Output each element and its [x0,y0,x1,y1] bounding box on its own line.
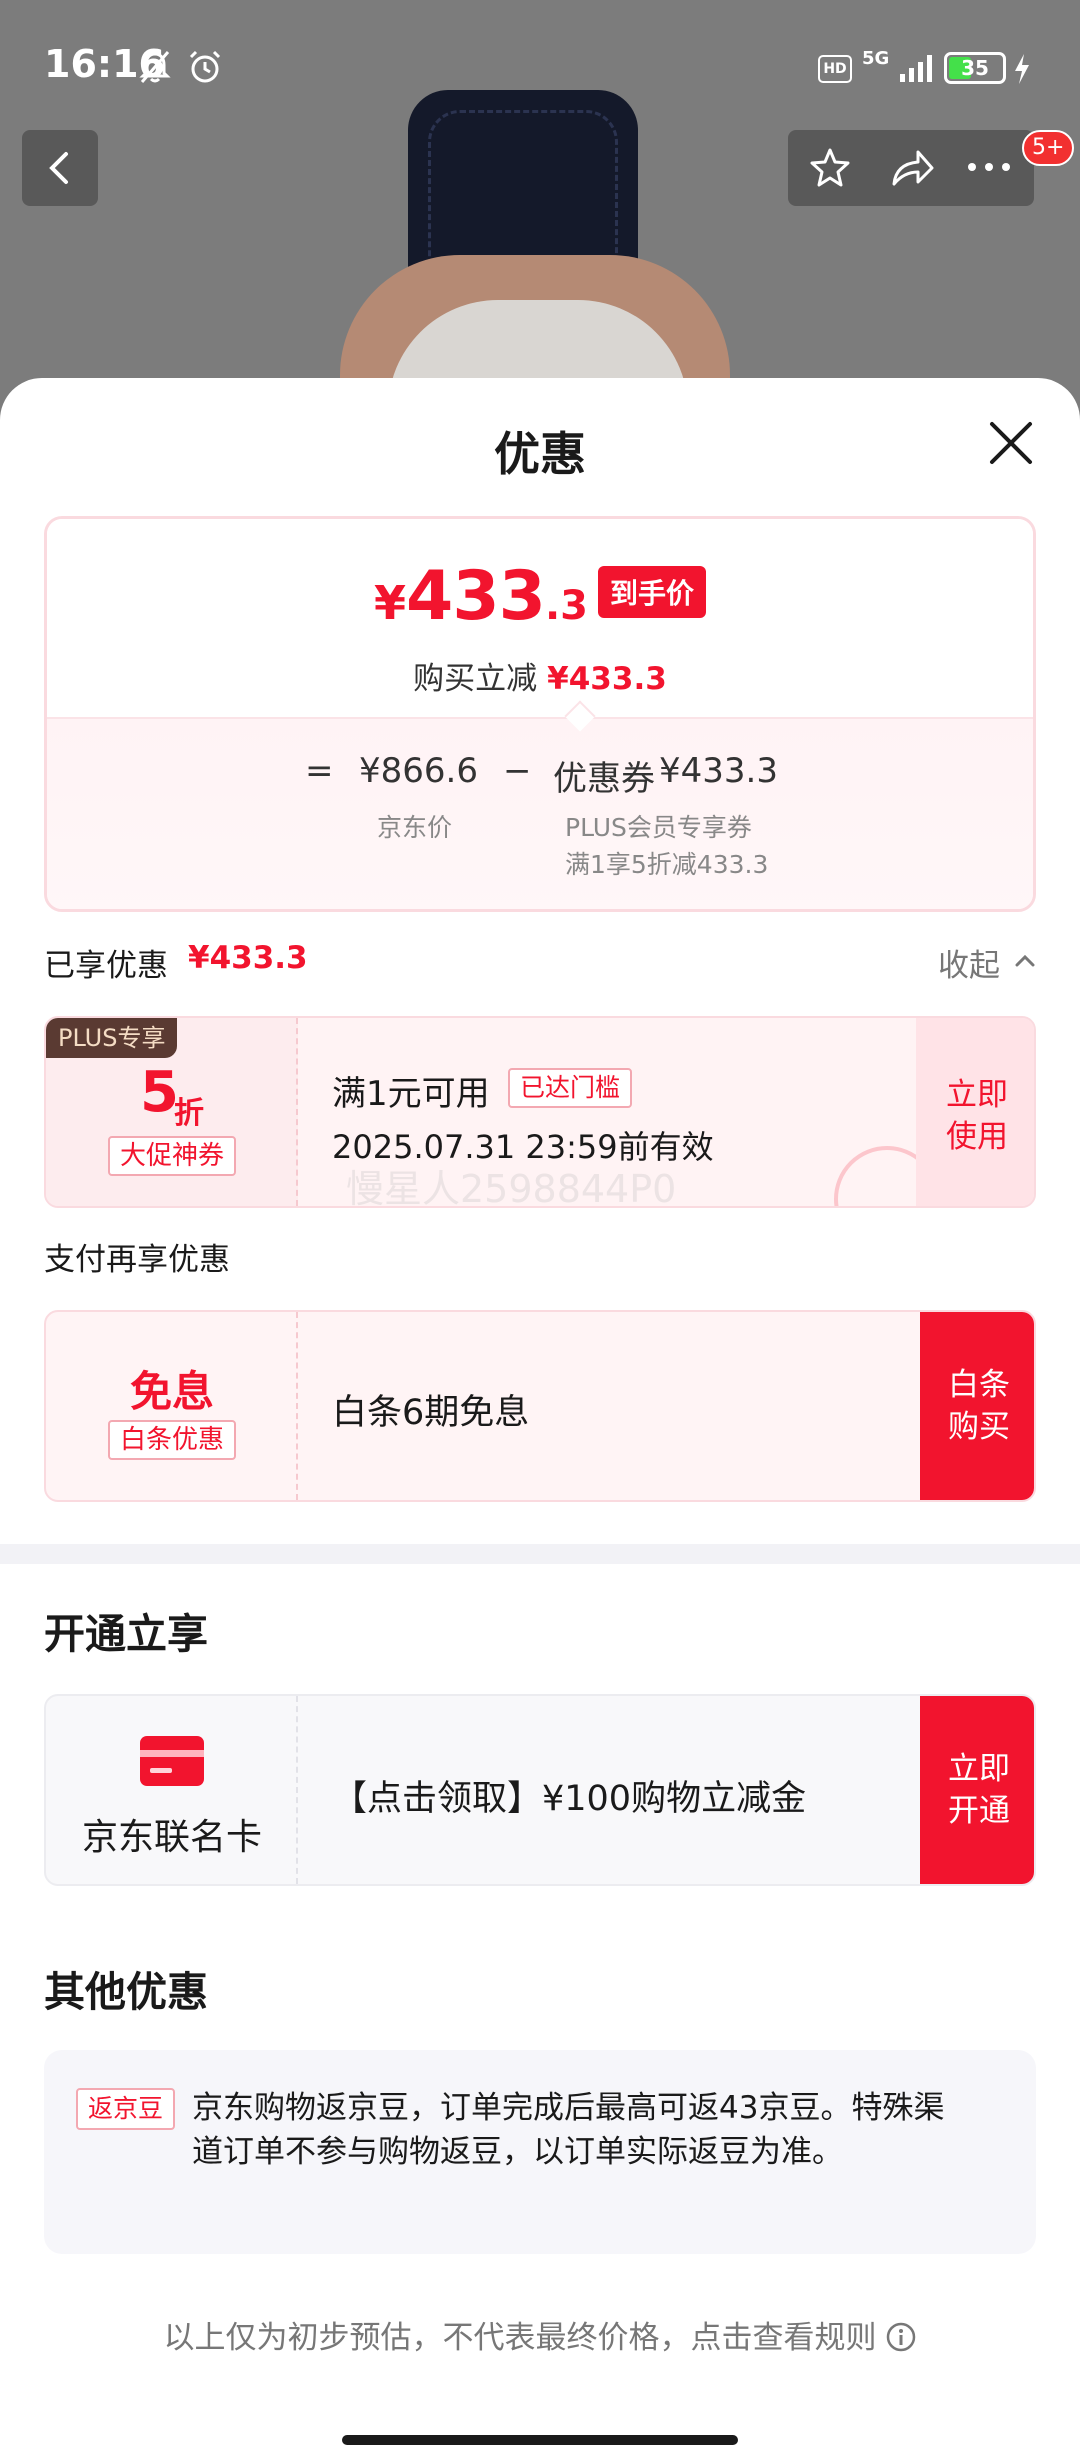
rules-footer[interactable]: 以上仅为初步预估，不代表最终价格，点击查看规则 [0,2312,1080,2357]
share-icon[interactable] [888,146,936,190]
cobrand-card-description: 【点击领取】¥100购物立减金 [332,1779,807,1819]
signal-icon [900,55,932,82]
price-summary: ¥433.3 到手价 购买立减 ¥433.3 = ¥866.6 − 优惠券 ¥433… [44,516,1036,912]
formula-minus: − [503,751,532,791]
pay-section-title: 支付再享优惠 [44,1242,230,1278]
enjoyed-value: ¥433.3 [188,940,308,976]
coupon-note-2: 满1享5折减433.3 [565,850,769,879]
network-type: 5G [862,48,890,69]
coupon-type-tag: 大促神券 [108,1136,237,1176]
open-section-title: 开通立享 [44,1610,208,1658]
discount-unit: 折 [174,1096,204,1131]
threshold-reached-tag: 已达门槛 [508,1068,633,1108]
final-price: ¥433.3 到手价 [47,557,1033,636]
cobrand-card-offer: 京东联名卡 【点击领取】¥100购物立减金 立即 开通 [44,1694,1036,1886]
hd-badge: HD [818,55,852,83]
alarm-icon [189,50,221,83]
home-indicator[interactable] [342,2435,738,2445]
chevron-up-icon[interactable] [1014,954,1036,968]
chevron-left-icon [49,152,68,184]
discount-sheet: 优惠 ¥433.3 到手价 购买立减 ¥433.3 = ¥866.6 − 优惠券 ¥… [0,378,1080,2460]
plus-coupon-card: PLUS专享 5 折 大促神券 满1元可用 已达门槛 2025.07.31 23… [44,1016,1036,1208]
jd-beans-text: 京东购物返京豆，订单完成后最高可返43京豆。特殊渠道订单不参与购物返豆，以订单实… [192,2090,945,2170]
charging-icon [1015,54,1029,84]
open-now-button[interactable]: 立即 开通 [920,1696,1034,1884]
formula-equals: = [305,751,334,791]
info-icon[interactable] [885,2321,917,2353]
other-section-title: 其他优惠 [44,1968,208,2016]
interest-free-title: 免息 [129,1367,214,1416]
sheet-title: 优惠 [494,427,586,481]
bell-muted-icon [139,51,171,83]
cobrand-card-label: 京东联名卡 [81,1817,262,1858]
section-divider [0,1544,1080,1564]
jd-beans-offer: 返京豆 京东购物返京豆，订单完成后最高可返43京豆。特殊渠道订单不参与购物返豆，… [44,2050,1036,2254]
user-watermark: 慢星人2598844P0 [346,1167,677,1208]
collapse-button[interactable]: 收起 [938,940,1000,985]
coupon-note-1: PLUS会员专享券 [565,813,752,842]
jd-price: ¥866.6 [359,751,478,791]
coupon-label: 优惠券 [553,759,655,799]
baitiao-tag: 白条优惠 [108,1420,237,1460]
final-price-tag: 到手价 [597,566,706,618]
baitiao-offer-card: 免息 白条优惠 白条6期免息 白条 购买 [44,1310,1036,1502]
plus-exclusive-tag: PLUS专享 [46,1018,178,1058]
baitiao-buy-button[interactable]: 白条 购买 [920,1312,1034,1500]
jd-price-note: 京东价 [377,813,453,842]
more-icon[interactable] [966,160,1012,174]
close-icon[interactable] [986,418,1036,468]
coupon-value: ¥433.3 [659,751,778,791]
jd-beans-tag: 返京豆 [76,2088,176,2130]
top-actions [788,130,1034,206]
enjoyed-label: 已享优惠 [44,948,168,984]
back-button[interactable] [22,130,98,206]
message-badge: 5+ [1022,130,1075,166]
installment-description: 白条6期免息 [332,1393,530,1433]
instant-discount: 购买立减 ¥433.3 [413,661,667,697]
coupon-condition: 满1元可用 [332,1074,490,1114]
status-bar: 16:16 HD 5G 35 [0,0,1080,130]
price-formula: = ¥866.6 − 优惠券 ¥433.3 [47,751,1033,801]
battery-level: 35 [961,56,989,80]
coupon-discount-area: PLUS专享 5 折 大促神券 [46,1018,298,1206]
star-icon[interactable] [808,146,852,190]
use-now-button[interactable]: 立即 使用 [916,1018,1034,1206]
battery-icon: 35 [944,52,1006,84]
credit-card-icon [140,1736,204,1786]
